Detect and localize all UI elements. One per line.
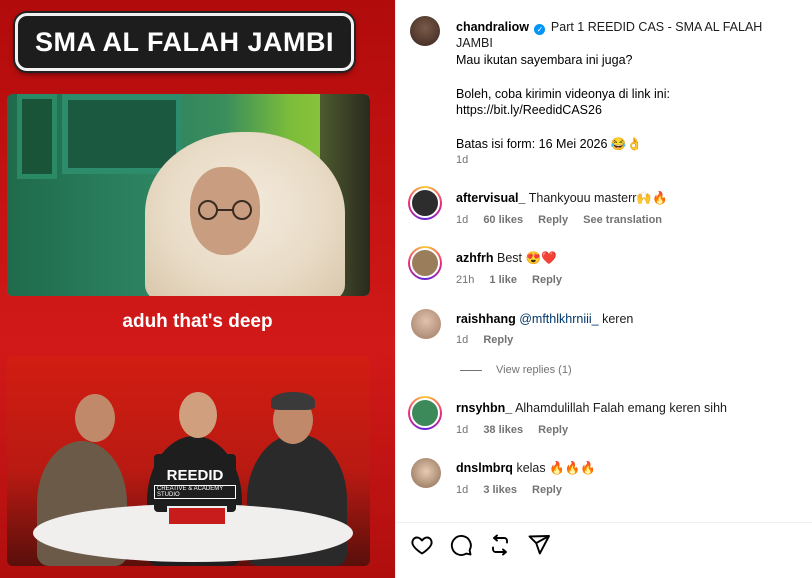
reply-button[interactable]: Reply	[483, 334, 513, 346]
post-caption: chandraliow ✓ Part 1 REEDID CAS - SMA AL…	[456, 19, 800, 51]
comment-time: 21h	[456, 274, 475, 286]
comments-panel: chandraliow ✓ Part 1 REEDID CAS - SMA AL…	[395, 0, 812, 578]
comment: rnsyhbn_ Alhamdulillah Falah emang keren…	[456, 400, 800, 416]
comment: raishhang @mfthlkhrniii_ keren	[456, 311, 800, 327]
comment-mention[interactable]: @mfthlkhrniii_	[519, 312, 598, 326]
comment-likes[interactable]: 60 likes	[483, 214, 523, 226]
comment-likes[interactable]: 1 like	[489, 274, 517, 286]
red-box	[167, 506, 227, 526]
comment-username[interactable]: rnsyhbn_	[456, 401, 512, 415]
action-bar	[410, 533, 551, 557]
comment-text: kelas 🔥🔥🔥	[516, 461, 596, 475]
verified-badge-icon: ✓	[534, 24, 546, 35]
comment-username[interactable]: raishhang	[456, 312, 516, 326]
media-frame-bottom: REEDID CREATIVE & ACADEMY STUDIO	[7, 356, 370, 566]
caption-line: Batas isi form: 16 Mei 2026 😂👌	[456, 137, 643, 151]
media-frame-top	[7, 94, 370, 296]
comment: dnslmbrq kelas 🔥🔥🔥	[456, 460, 800, 476]
comment-username[interactable]: azhfrh	[456, 251, 494, 265]
comment-avatar[interactable]	[408, 186, 442, 220]
avatar-image	[410, 188, 440, 218]
post-author-username[interactable]: chandraliow	[456, 20, 529, 34]
media-caption: aduh that's deep	[122, 311, 273, 332]
reply-button[interactable]: Reply	[538, 214, 568, 226]
comment-likes[interactable]: 3 likes	[483, 484, 517, 496]
comment-meta: 1d 38 likes Reply	[456, 424, 580, 436]
comment: azhfrh Best 😍❤️	[456, 250, 800, 266]
window	[62, 94, 182, 174]
comment-text: Best 😍❤️	[496, 251, 557, 265]
view-replies-button[interactable]: View replies (1)	[460, 364, 572, 376]
post-media[interactable]: SMA AL FALAH JAMBI aduh that's deep REED…	[0, 0, 395, 578]
comment: aftervisual_ Thankyouu masterr🙌🔥	[456, 190, 800, 206]
person-right-cap	[271, 392, 315, 410]
comment-meta: 1d 60 likes Reply See translation	[456, 214, 674, 226]
media-title-banner: SMA AL FALAH JAMBI	[15, 13, 354, 71]
avatar-image	[410, 398, 440, 428]
laptop: REEDID CREATIVE & ACADEMY STUDIO	[154, 454, 236, 512]
comment-time: 1d	[456, 334, 469, 346]
post-meta: 1d	[456, 154, 480, 166]
caption-line	[456, 68, 800, 80]
caption-line: Mau ikutan sayembara ini juga?	[456, 53, 633, 67]
person-middle-head	[179, 392, 217, 438]
avatar-image	[410, 248, 440, 278]
reply-button[interactable]: Reply	[532, 274, 562, 286]
post-caption-body: Mau ikutan sayembara ini juga? Boleh, co…	[456, 52, 800, 152]
laptop-sub-text: CREATIVE & ACADEMY STUDIO	[154, 485, 236, 499]
see-translation-button[interactable]: See translation	[583, 214, 662, 226]
comment-likes[interactable]: 38 likes	[483, 424, 523, 436]
laptop-logo-text: REEDID	[166, 467, 224, 484]
comment-username[interactable]: aftervisual_	[456, 191, 525, 205]
view-replies-line	[460, 369, 482, 371]
caption-link[interactable]: https://bit.ly/ReedidCAS26	[456, 102, 800, 118]
comment-meta: 1d Reply	[456, 334, 525, 346]
comment-text: keren	[602, 312, 634, 326]
comment-time: 1d	[456, 214, 469, 226]
comment-avatar[interactable]	[411, 309, 441, 339]
post-author-avatar[interactable]	[410, 16, 440, 46]
comment-text: Thankyouu masterr🙌🔥	[528, 191, 668, 205]
comment-time: 1d	[456, 424, 469, 436]
window-left	[17, 94, 57, 179]
reply-button[interactable]: Reply	[532, 484, 562, 496]
caption-line: Boleh, coba kirimin videonya di link ini…	[456, 87, 670, 101]
like-heart-icon[interactable]	[410, 533, 434, 557]
media-title-text: SMA AL FALAH JAMBI	[35, 26, 334, 57]
share-send-icon[interactable]	[527, 533, 551, 557]
actions-divider	[396, 522, 812, 523]
comment-time: 1d	[456, 484, 469, 496]
person-left-head	[75, 394, 115, 442]
comment-avatar[interactable]	[411, 458, 441, 488]
comment-username[interactable]: dnslmbrq	[456, 461, 513, 475]
caption-line	[456, 118, 800, 130]
comment-meta: 21h 1 like Reply	[456, 274, 574, 286]
comment-text: Alhamdulillah Falah emang keren sihh	[515, 401, 727, 415]
reply-button[interactable]: Reply	[538, 424, 568, 436]
comment-bubble-icon[interactable]	[449, 533, 473, 557]
repost-icon[interactable]	[488, 533, 512, 557]
comment-meta: 1d 3 likes Reply	[456, 484, 574, 496]
post-time: 1d	[456, 154, 469, 166]
view-replies-label: View replies (1)	[496, 364, 572, 376]
comment-avatar[interactable]	[408, 396, 442, 430]
comment-avatar[interactable]	[408, 246, 442, 280]
glasses	[198, 200, 252, 220]
